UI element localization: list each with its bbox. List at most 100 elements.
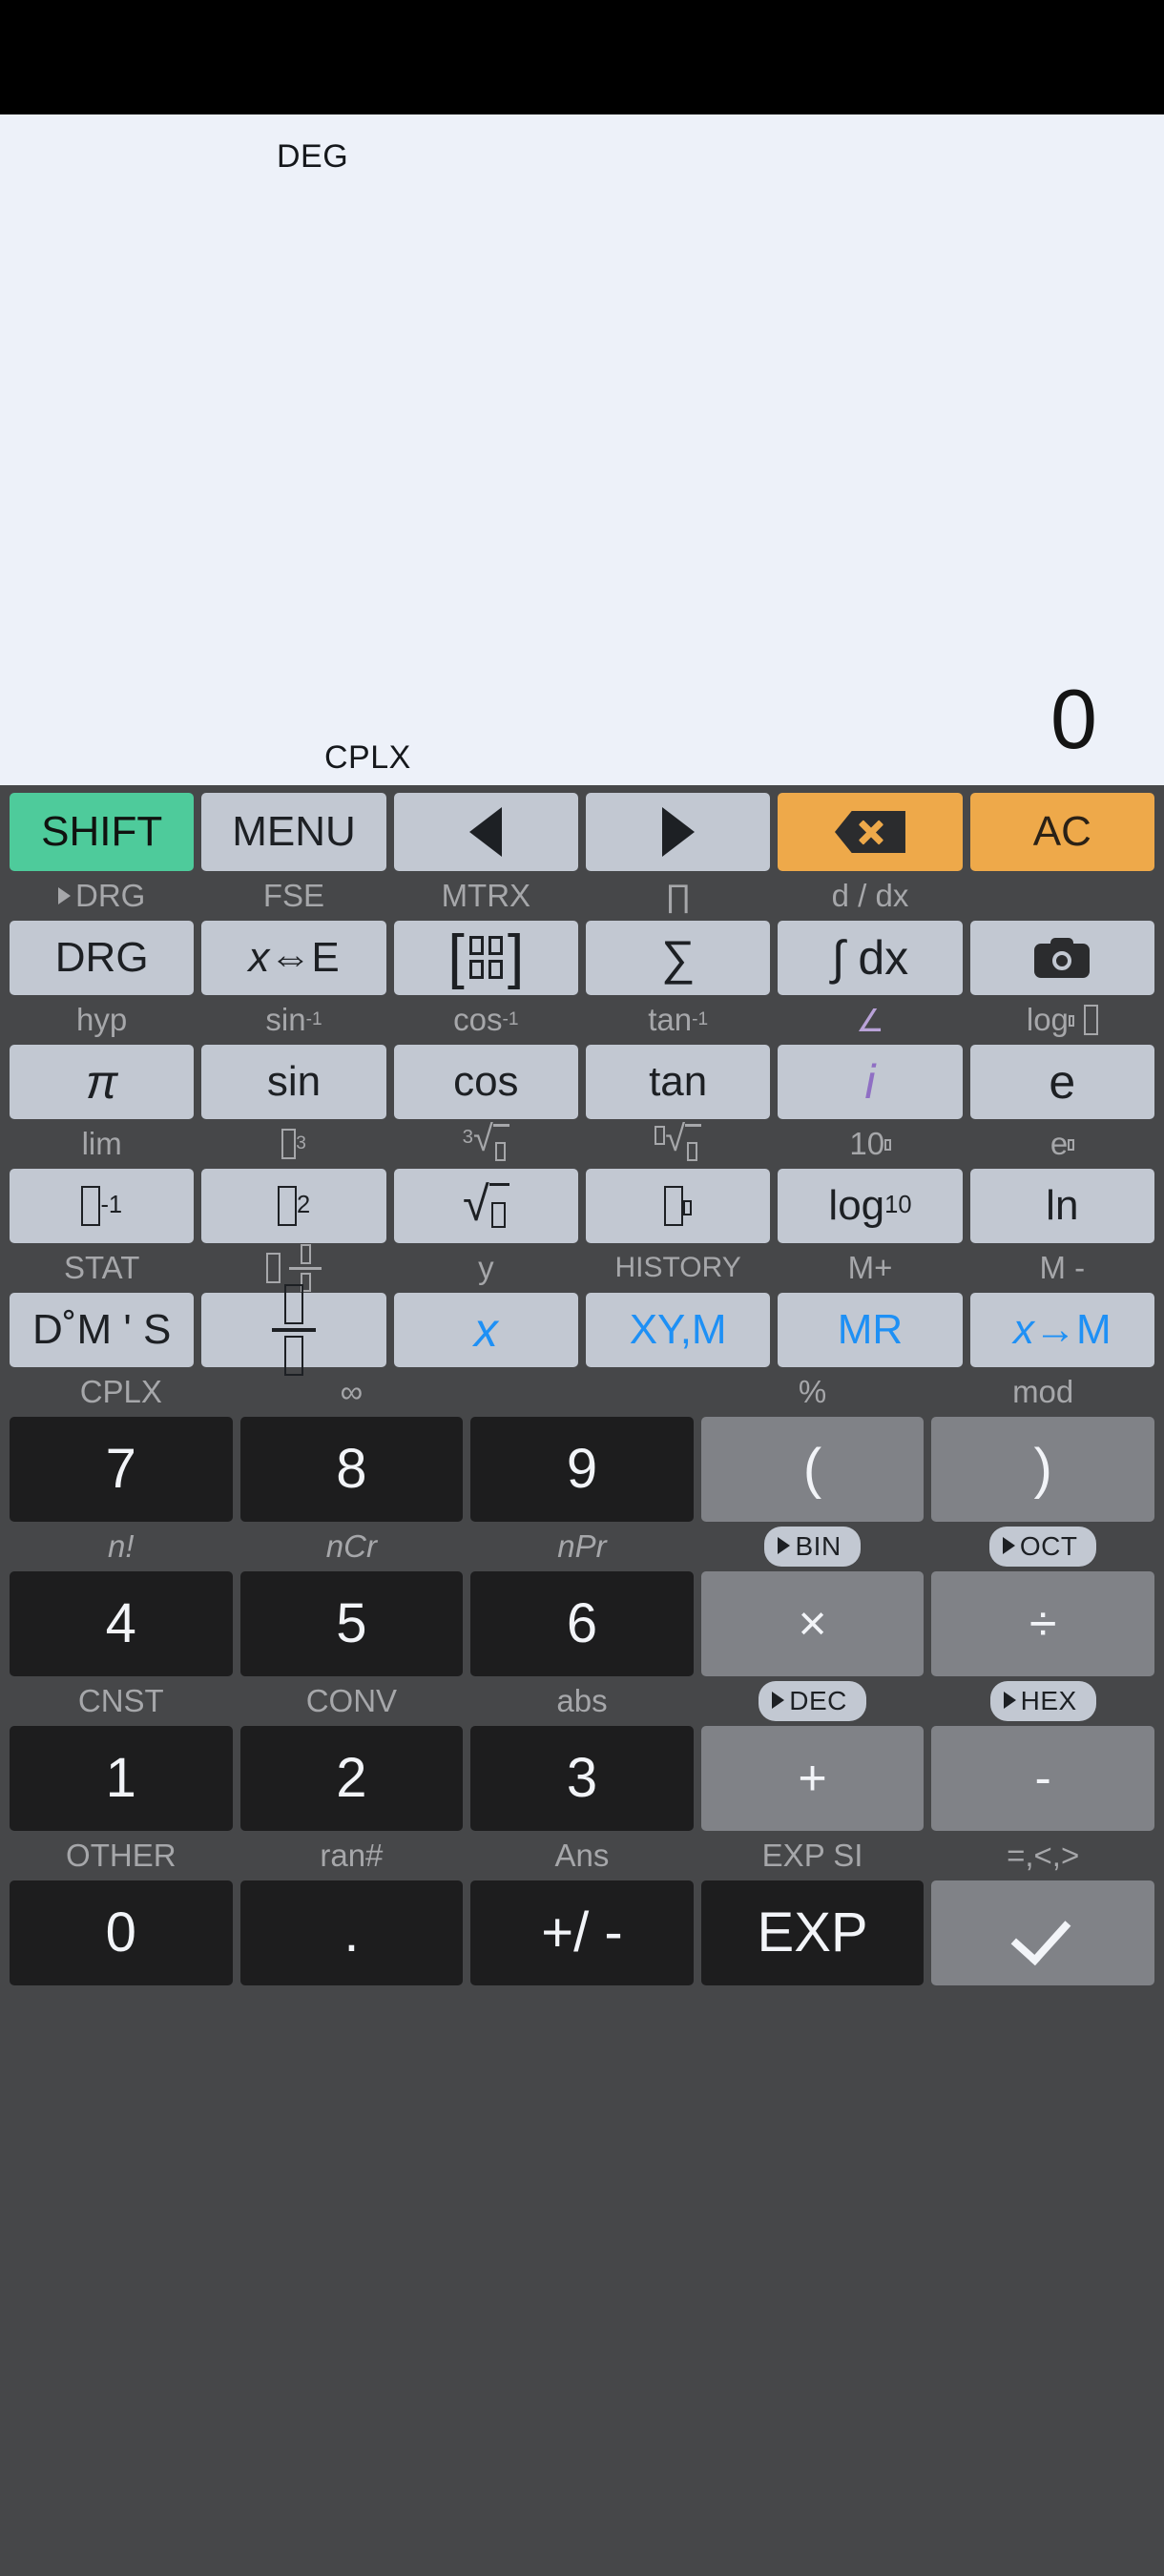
power-row: -1 2 √ log 10 ln: [6, 1169, 1158, 1243]
digit-3-button[interactable]: 3: [470, 1726, 694, 1831]
calculator-display[interactable]: DEG 0 CPLX: [0, 114, 1164, 785]
shift-label-relations: =,<,>: [1007, 1838, 1080, 1873]
calculator-app: DEG 0 CPLX SHIFT MENU AC DRG FSE MTRX ∏ …: [0, 0, 1164, 2576]
shift-button-label: SHIFT: [41, 808, 163, 855]
shift-label-cube-root: 3 √: [390, 1120, 582, 1166]
shift-label-to-dec[interactable]: DEC: [697, 1681, 928, 1721]
matrix-button[interactable]: []: [393, 921, 578, 995]
digit-6-label: 6: [566, 1592, 598, 1654]
log10-button[interactable]: log 10: [778, 1169, 963, 1243]
power-button[interactable]: [585, 1169, 771, 1243]
shift-label-lim: lim: [81, 1126, 122, 1161]
x-to-e-button[interactable]: x ⇔E: [201, 921, 386, 995]
shift-label-factorial: n!: [108, 1528, 135, 1564]
shift-label-abs: abs: [556, 1683, 608, 1718]
digit-9-label: 9: [566, 1438, 598, 1500]
tan-button-label: tan: [649, 1058, 708, 1105]
open-paren-button[interactable]: (: [700, 1417, 925, 1522]
digit-1-button[interactable]: 1: [10, 1726, 233, 1831]
memory-recall-button[interactable]: MR: [778, 1293, 963, 1367]
ln-button[interactable]: ln: [969, 1169, 1154, 1243]
backspace-button[interactable]: [778, 793, 963, 871]
euler-e-button[interactable]: e: [969, 1045, 1154, 1119]
shift-label-m-plus: M+: [847, 1250, 893, 1285]
close-paren-button[interactable]: ): [931, 1417, 1154, 1522]
minus-button[interactable]: -: [931, 1726, 1154, 1831]
shift-label-log-base: log: [967, 1002, 1158, 1038]
menu-button[interactable]: MENU: [201, 793, 386, 871]
xy-memory-button[interactable]: XY,M: [585, 1293, 771, 1367]
screenshot-button[interactable]: [969, 921, 1154, 995]
shift-label-exp-si: EXP SI: [761, 1838, 863, 1873]
plus-button[interactable]: +: [700, 1726, 925, 1831]
shift-label-cube: 3: [197, 1129, 389, 1159]
triangle-left-icon: [469, 807, 503, 857]
shift-label-to-bin[interactable]: BIN: [697, 1527, 928, 1567]
sign-toggle-button[interactable]: +/ -: [470, 1880, 694, 1985]
pi-button-label: π: [85, 1055, 118, 1109]
imaginary-unit-button-label: i: [864, 1055, 876, 1109]
multiply-button[interactable]: ×: [700, 1571, 925, 1676]
digit-2-button[interactable]: 2: [239, 1726, 464, 1831]
shift-label-y: y: [478, 1250, 494, 1285]
minus-label: -: [1034, 1751, 1051, 1806]
digit-0-button[interactable]: 0: [10, 1880, 233, 1985]
exponent-label: EXP: [757, 1901, 868, 1963]
cursor-left-button[interactable]: [393, 793, 578, 871]
shift-label-npr: nPr: [557, 1528, 607, 1564]
divide-button[interactable]: ÷: [931, 1571, 1154, 1676]
tan-button[interactable]: tan: [585, 1045, 771, 1119]
store-to-memory-button[interactable]: x →M: [969, 1293, 1154, 1367]
shift-label-e-power: e: [967, 1126, 1158, 1162]
digit-7-button[interactable]: 7: [10, 1417, 233, 1522]
triangle-right-mini-icon: [57, 887, 71, 904]
pi-button[interactable]: π: [10, 1045, 195, 1119]
square-root-button[interactable]: √: [393, 1169, 578, 1243]
drg-button[interactable]: DRG: [10, 921, 195, 995]
cos-button[interactable]: cos: [393, 1045, 578, 1119]
digit-9-button[interactable]: 9: [470, 1417, 694, 1522]
memory-row-shift-labels: STAT y HISTORY M+ M -: [6, 1243, 1158, 1293]
shift-label-to-oct[interactable]: OCT: [927, 1527, 1158, 1567]
digit-4-button[interactable]: 4: [10, 1571, 233, 1676]
exponent-button[interactable]: EXP: [700, 1880, 925, 1985]
shift-label-fse: FSE: [262, 878, 325, 913]
plus-label: +: [798, 1751, 827, 1806]
shift-label-random: ran#: [320, 1838, 384, 1873]
digit-5-button[interactable]: 5: [239, 1571, 464, 1676]
cursor-right-button[interactable]: [585, 793, 771, 871]
fraction-button[interactable]: [201, 1284, 386, 1376]
shift-label-to-hex[interactable]: HEX: [927, 1681, 1158, 1721]
xy-memory-button-label: XY,M: [629, 1306, 727, 1353]
square-button[interactable]: 2: [201, 1169, 386, 1243]
keypad: SHIFT MENU AC DRG FSE MTRX ∏ d / dx DRG …: [0, 785, 1164, 2576]
digit-1-label: 1: [105, 1747, 136, 1809]
shift-label-acos: cos -1: [453, 1002, 519, 1037]
all-clear-button[interactable]: AC: [969, 793, 1154, 871]
digit-8-button[interactable]: 8: [239, 1417, 464, 1522]
imaginary-unit-button[interactable]: i: [778, 1045, 963, 1119]
shift-label-atan: tan -1: [648, 1002, 709, 1037]
456-row-shift-labels: n! nCr nPr BIN OCT: [6, 1522, 1158, 1571]
shift-button[interactable]: SHIFT: [10, 793, 195, 871]
var-x-button-label: x: [473, 1303, 498, 1357]
close-paren-label: ): [1033, 1438, 1052, 1500]
equals-button[interactable]: [931, 1880, 1154, 1985]
integral-dx-button[interactable]: ∫ dx: [778, 921, 963, 995]
drg-row: DRG x ⇔E [] ∑ ∫ dx: [6, 921, 1158, 995]
drg-button-label: DRG: [54, 934, 149, 981]
decimal-point-button[interactable]: .: [239, 1880, 464, 1985]
multiply-label: ×: [798, 1596, 827, 1652]
456-row: 4 5 6 × ÷: [6, 1571, 1158, 1676]
reciprocal-button[interactable]: -1: [10, 1169, 195, 1243]
sin-button[interactable]: sin: [201, 1045, 386, 1119]
summation-button[interactable]: ∑: [585, 921, 771, 995]
decimal-point-label: .: [343, 1901, 360, 1963]
digit-8-label: 8: [336, 1438, 367, 1500]
var-x-button[interactable]: x: [393, 1293, 578, 1367]
shift-label-cnst: CNST: [77, 1683, 164, 1718]
digit-0-label: 0: [105, 1901, 136, 1963]
digit-6-button[interactable]: 6: [470, 1571, 694, 1676]
dms-button[interactable]: D˚M ' S: [10, 1293, 195, 1367]
shift-label-history: HISTORY: [614, 1252, 741, 1283]
